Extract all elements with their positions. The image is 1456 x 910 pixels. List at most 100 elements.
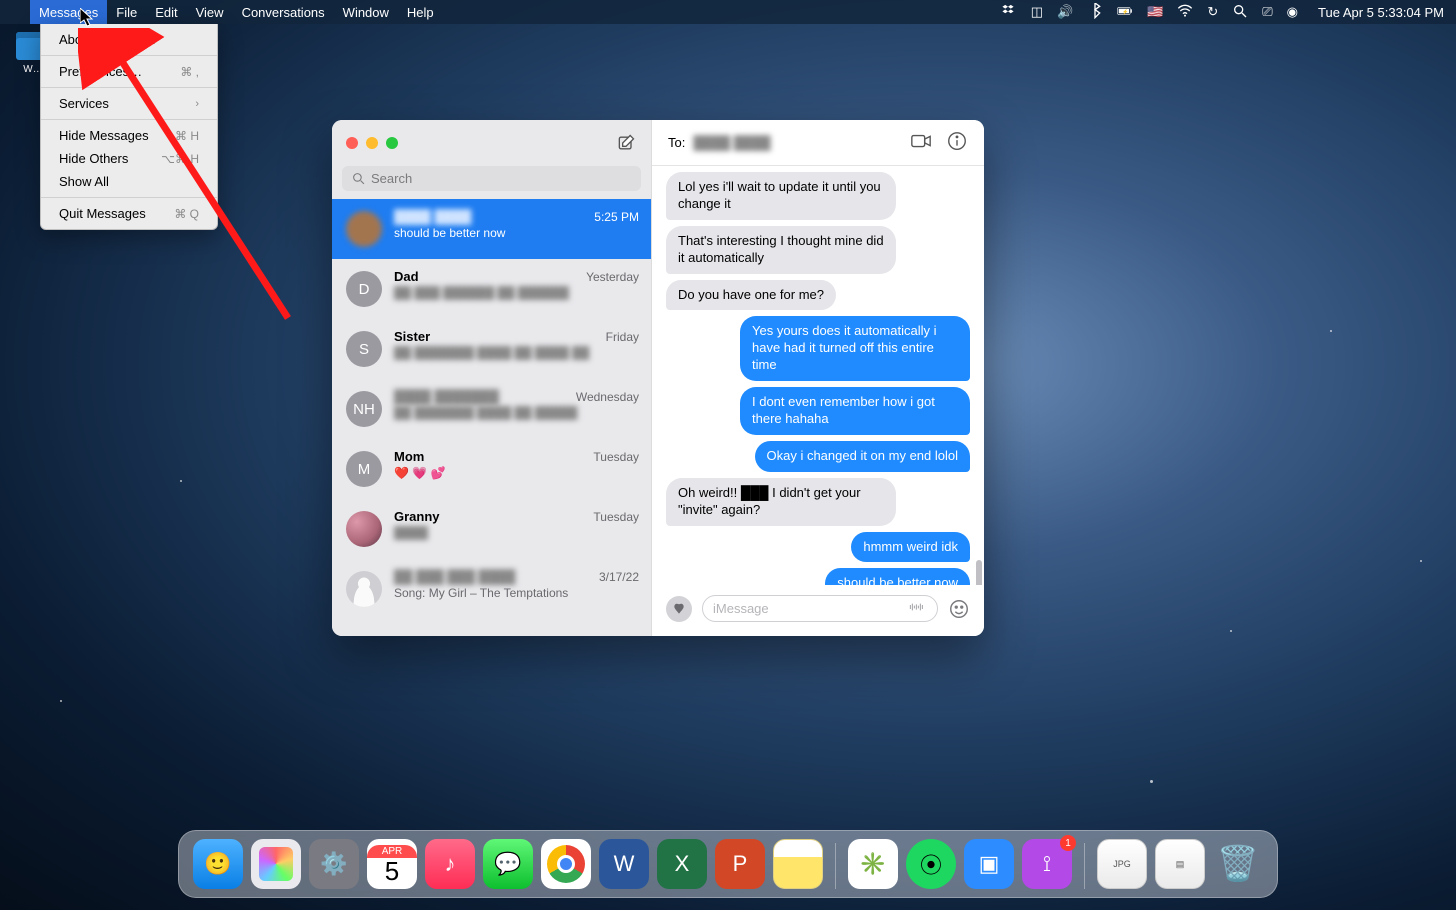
- menubar-clock[interactable]: Tue Apr 5 5:33:04 PM: [1312, 5, 1444, 20]
- composer: iMessage: [652, 585, 984, 636]
- wifi-icon[interactable]: [1177, 3, 1193, 22]
- volume-icon[interactable]: 🔊: [1057, 4, 1073, 20]
- cursor-icon: [80, 8, 96, 28]
- dock-slack[interactable]: ✳️: [848, 839, 898, 889]
- apple-menu[interactable]: [12, 0, 30, 24]
- avatar: S: [346, 331, 382, 367]
- scrollbar-thumb[interactable]: [976, 560, 982, 585]
- conversation-list[interactable]: ████ ████5:25 PMshould be better now D Dad…: [332, 199, 651, 636]
- message-input[interactable]: iMessage: [702, 595, 938, 622]
- info-button[interactable]: [946, 130, 968, 155]
- control-center-icon[interactable]: ⎚: [1262, 4, 1272, 20]
- message-received: That's interesting I thought mine did it…: [666, 226, 896, 274]
- message-thread[interactable]: Lol yes i'll wait to update it until you…: [652, 166, 984, 585]
- avatar: M: [346, 451, 382, 487]
- message-sent: I dont even remember how i got there hah…: [740, 387, 970, 435]
- conversation-time: Tuesday: [593, 450, 639, 464]
- dock-messages[interactable]: 💬: [483, 839, 533, 889]
- search-placeholder: Search: [371, 171, 412, 186]
- dock-launchpad[interactable]: [251, 839, 301, 889]
- menu-edit[interactable]: Edit: [146, 0, 186, 24]
- disk-icon[interactable]: ◫: [1031, 4, 1043, 20]
- conversation-preview: ██ ███ ██████ ██ ██████: [394, 286, 639, 300]
- avatar: D: [346, 271, 382, 307]
- dock-notes[interactable]: [773, 839, 823, 889]
- chat-header: To: ████ ████: [652, 120, 984, 166]
- conversation-item[interactable]: MMomTuesday❤️ 💗 💕: [332, 439, 651, 499]
- conversation-name: ██ ███ ███ ████: [394, 569, 515, 584]
- battery-icon[interactable]: ⚡: [1117, 3, 1133, 22]
- fullscreen-button[interactable]: [386, 137, 398, 149]
- conversation-item[interactable]: ██ ███ ███ ████3/17/22Song: My Girl – Th…: [332, 559, 651, 619]
- menu-item-hide-others[interactable]: Hide Others⌥⌘ H: [41, 147, 217, 170]
- time-machine-icon[interactable]: ↻: [1207, 4, 1218, 20]
- chevron-right-icon: ›: [195, 98, 199, 110]
- conversation-preview: should be better now: [394, 226, 639, 240]
- message-received: Lol yes i'll wait to update it until you…: [666, 172, 896, 220]
- conversation-item[interactable]: ████ ████5:25 PMshould be better now: [332, 199, 651, 259]
- conversation-name: ████ ████: [394, 209, 471, 224]
- input-placeholder: iMessage: [713, 601, 769, 616]
- conversation-time: Yesterday: [586, 270, 639, 284]
- bluetooth-icon[interactable]: [1087, 3, 1103, 22]
- search-input[interactable]: Search: [342, 166, 641, 191]
- menu-conversations[interactable]: Conversations: [233, 0, 334, 24]
- menu-file[interactable]: File: [107, 0, 146, 24]
- dock-trash[interactable]: 🗑️: [1213, 839, 1263, 889]
- dock-chrome[interactable]: [541, 839, 591, 889]
- dock-calendar[interactable]: APR5: [367, 839, 417, 889]
- message-sent: hmmm weird idk: [851, 532, 970, 563]
- minimize-button[interactable]: [366, 137, 378, 149]
- to-label: To:: [668, 135, 685, 150]
- avatar: NH: [346, 391, 382, 427]
- emoji-button[interactable]: [948, 598, 970, 620]
- menu-item-show-all[interactable]: Show All: [41, 170, 217, 193]
- dock-excel[interactable]: X: [657, 839, 707, 889]
- dock-spotify[interactable]: ⦿: [906, 839, 956, 889]
- conversation-preview: ██ ███████ ████ ██ █████: [394, 406, 639, 420]
- message-sent: Yes yours does it automatically i have h…: [740, 316, 970, 381]
- input-flag-icon[interactable]: 🇺🇸: [1147, 4, 1163, 20]
- message-received: Oh weird!! ███ I didn't get your "invite…: [666, 478, 896, 526]
- dock-podcasts[interactable]: ⟟1: [1022, 839, 1072, 889]
- facetime-button[interactable]: [910, 130, 932, 155]
- message-sent: Okay i changed it on my end lolol: [755, 441, 971, 472]
- dock-downloads-2[interactable]: ▤: [1155, 839, 1205, 889]
- badge: 1: [1060, 835, 1076, 851]
- avatar: [346, 511, 382, 547]
- apps-button[interactable]: [666, 596, 692, 622]
- menu-item-preferences[interactable]: Preferences…⌘ ,: [41, 60, 217, 83]
- dock-music[interactable]: ♪: [425, 839, 475, 889]
- conversation-time: Friday: [606, 330, 639, 344]
- menu-window[interactable]: Window: [334, 0, 398, 24]
- menu-item-about[interactable]: About Messages: [41, 28, 217, 51]
- menu-item-hide[interactable]: Hide Messages⌘ H: [41, 124, 217, 147]
- close-button[interactable]: [346, 137, 358, 149]
- message-sent: should be better now: [825, 568, 970, 585]
- dropbox-icon[interactable]: [1001, 3, 1017, 22]
- dock-downloads-1[interactable]: JPG: [1097, 839, 1147, 889]
- dock-settings[interactable]: ⚙️: [309, 839, 359, 889]
- siri-icon[interactable]: ◉: [1287, 4, 1298, 20]
- dock-word[interactable]: W: [599, 839, 649, 889]
- conversation-item[interactable]: SSisterFriday██ ███████ ████ ██ ████ ██: [332, 319, 651, 379]
- chat-pane: To: ████ ████ Lol yes i'll wait to updat…: [652, 120, 984, 636]
- conversation-preview: ❤️ 💗 💕: [394, 466, 639, 480]
- dock-powerpoint[interactable]: P: [715, 839, 765, 889]
- dictation-button[interactable]: [907, 600, 927, 617]
- conversation-preview: ████: [394, 526, 639, 540]
- dock-zoom[interactable]: ▣: [964, 839, 1014, 889]
- conversation-item[interactable]: GrannyTuesday████: [332, 499, 651, 559]
- menu-help[interactable]: Help: [398, 0, 443, 24]
- compose-button[interactable]: [615, 132, 637, 154]
- dock-finder[interactable]: 🙂: [193, 839, 243, 889]
- spotlight-icon[interactable]: [1232, 3, 1248, 22]
- search-icon: [352, 172, 365, 185]
- menu-item-quit[interactable]: Quit Messages⌘ Q: [41, 202, 217, 225]
- conversation-item[interactable]: NH████ ███████Wednesday██ ███████ ████ █…: [332, 379, 651, 439]
- menu-item-services[interactable]: Services›: [41, 92, 217, 115]
- conversation-name: Dad: [394, 269, 419, 284]
- conversation-item[interactable]: D Dad Yesterday ██ ███ ██████ ██ ██████: [332, 259, 651, 319]
- menu-view[interactable]: View: [187, 0, 233, 24]
- conversation-time: Tuesday: [593, 510, 639, 524]
